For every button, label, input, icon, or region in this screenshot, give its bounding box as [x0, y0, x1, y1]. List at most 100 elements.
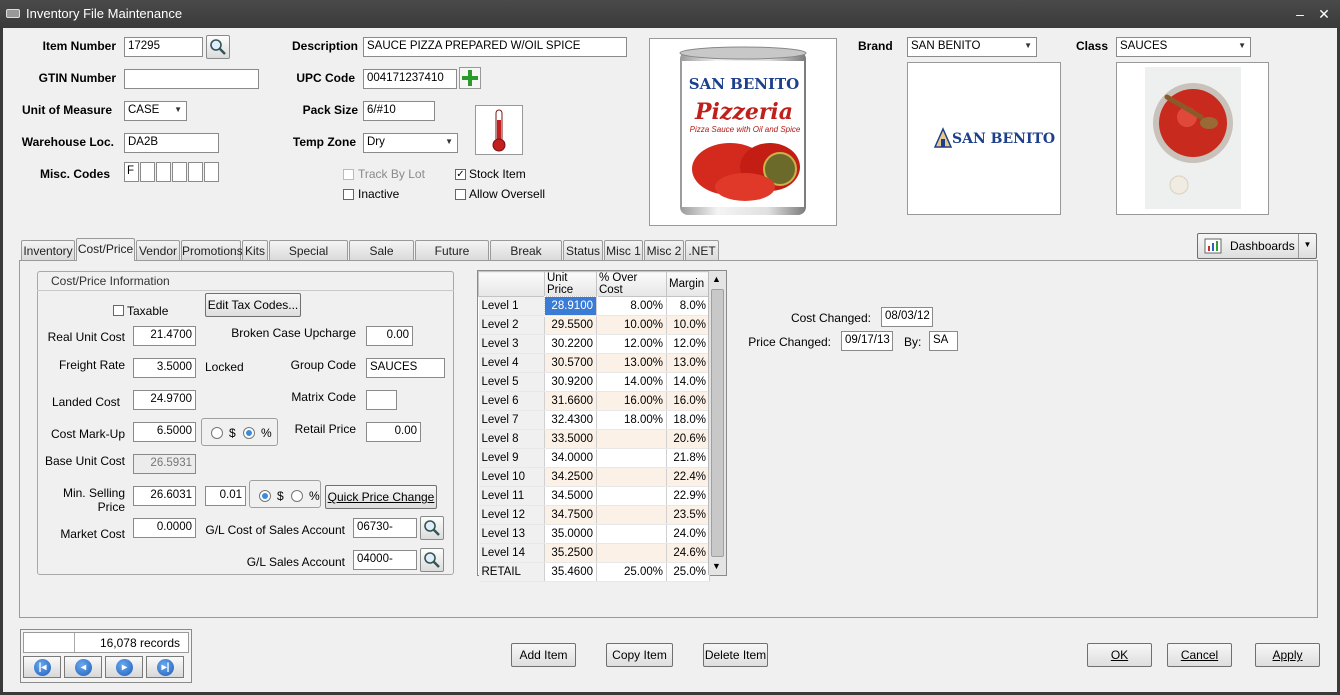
- price-cell[interactable]: 22.9%: [666, 486, 710, 506]
- price-cell[interactable]: 34.5000: [544, 486, 597, 506]
- price-cell[interactable]: 30.5700: [544, 353, 597, 373]
- price-cell[interactable]: 8.0%: [666, 296, 710, 316]
- matrix-code-input[interactable]: [366, 390, 397, 410]
- table-row[interactable]: Level 9 34.0000 21.8%: [478, 448, 710, 468]
- tab-inventory[interactable]: Inventory: [21, 240, 75, 261]
- description-input[interactable]: SAUCE PIZZA PREPARED W/OIL SPICE: [363, 37, 627, 57]
- brand-select[interactable]: SAN BENITO ▼: [907, 37, 1037, 57]
- scroll-down-icon[interactable]: ▼: [712, 561, 721, 571]
- price-cell[interactable]: 21.8%: [666, 448, 710, 468]
- price-cell[interactable]: [596, 467, 667, 487]
- tab-special-pricing[interactable]: Special Pricing: [269, 240, 348, 278]
- cancel-button[interactable]: Cancel: [1167, 643, 1232, 667]
- price-cell[interactable]: 31.6600: [544, 391, 597, 411]
- price-cell[interactable]: 20.6%: [666, 429, 710, 449]
- dashboards-button[interactable]: Dashboards ▼: [1197, 233, 1317, 259]
- tab-break-pricing[interactable]: Break Pricing: [490, 240, 562, 278]
- tab-kits[interactable]: Kits: [242, 240, 268, 261]
- misc-code-1[interactable]: F: [124, 162, 139, 182]
- price-cell[interactable]: 14.00%: [596, 372, 667, 392]
- price-cell[interactable]: 16.00%: [596, 391, 667, 411]
- landed-cost-input[interactable]: 24.9700: [133, 390, 196, 410]
- price-cell[interactable]: [596, 543, 667, 563]
- grid-header-2[interactable]: % Over Cost: [596, 271, 667, 297]
- taxable-checkbox[interactable]: [113, 305, 124, 316]
- pack-size-input[interactable]: 6/#10: [363, 101, 435, 121]
- price-cell[interactable]: [596, 448, 667, 468]
- min-sell-percent-radio[interactable]: [291, 490, 303, 502]
- price-cell[interactable]: 34.7500: [544, 505, 597, 525]
- add-upc-button[interactable]: [459, 67, 481, 89]
- price-cell[interactable]: [596, 486, 667, 506]
- upc-input[interactable]: 004171237410: [363, 69, 457, 89]
- price-cell[interactable]: [596, 429, 667, 449]
- tab-net[interactable]: .NET: [685, 240, 719, 261]
- ok-button[interactable]: OK: [1087, 643, 1152, 667]
- table-row[interactable]: Level 1 28.9100 8.00% 8.0%: [478, 295, 710, 317]
- price-cell[interactable]: 34.0000: [544, 448, 597, 468]
- next-record-button[interactable]: ▸: [105, 656, 143, 678]
- first-record-button[interactable]: |◂: [23, 656, 61, 678]
- inactive-checkbox[interactable]: [343, 189, 354, 200]
- scroll-up-icon[interactable]: ▲: [712, 274, 721, 284]
- add-item-button[interactable]: Add Item: [511, 643, 576, 667]
- price-cell[interactable]: 33.5000: [544, 429, 597, 449]
- misc-code-3[interactable]: [156, 162, 171, 182]
- min-selling-price-input[interactable]: 26.6031: [133, 486, 196, 506]
- table-row[interactable]: Level 12 34.7500 23.5%: [478, 505, 710, 525]
- price-cell[interactable]: 16.0%: [666, 391, 710, 411]
- tab-misc-1[interactable]: Misc 1: [604, 240, 643, 261]
- close-icon[interactable]: ✕: [1314, 4, 1334, 24]
- gl-cost-search-button[interactable]: [420, 516, 444, 540]
- real-unit-cost-input[interactable]: 21.4700: [133, 326, 196, 346]
- table-row[interactable]: Level 7 32.4300 18.00% 18.0%: [478, 410, 710, 430]
- markup-percent-radio[interactable]: [243, 427, 255, 439]
- table-row[interactable]: Level 8 33.5000 20.6%: [478, 429, 710, 449]
- misc-code-2[interactable]: [140, 162, 155, 182]
- tab-promotions[interactable]: Promotions: [181, 240, 243, 261]
- price-cell[interactable]: [596, 524, 667, 544]
- price-cell[interactable]: 18.0%: [666, 410, 710, 430]
- markup-dollar-radio[interactable]: [211, 427, 223, 439]
- price-cell[interactable]: 23.5%: [666, 505, 710, 525]
- price-cell[interactable]: 24.0%: [666, 524, 710, 544]
- price-cell[interactable]: 32.4300: [544, 410, 597, 430]
- gl-sales-input[interactable]: 04000-: [353, 550, 417, 570]
- price-cell[interactable]: 10.0%: [666, 315, 710, 335]
- grid-scrollbar[interactable]: ▲ ▼: [708, 271, 726, 575]
- edit-tax-codes-button[interactable]: Edit Tax Codes...: [205, 293, 301, 317]
- quick-price-change-button[interactable]: Quick Price Change: [325, 485, 437, 509]
- price-cell[interactable]: 24.6%: [666, 543, 710, 563]
- tab-misc-2[interactable]: Misc 2: [644, 240, 684, 261]
- price-cell[interactable]: 14.0%: [666, 372, 710, 392]
- table-row[interactable]: Level 13 35.0000 24.0%: [478, 524, 710, 544]
- copy-item-button[interactable]: Copy Item: [606, 643, 673, 667]
- price-cell[interactable]: 35.2500: [544, 543, 597, 563]
- price-cell[interactable]: 13.0%: [666, 353, 710, 373]
- price-cell[interactable]: 22.4%: [666, 467, 710, 487]
- table-row[interactable]: Level 11 34.5000 22.9%: [478, 486, 710, 506]
- table-row[interactable]: RETAIL 35.4600 25.00% 25.0%: [478, 562, 710, 582]
- stock-item-checkbox[interactable]: ✓: [455, 169, 466, 180]
- price-cell[interactable]: 35.0000: [544, 524, 597, 544]
- misc-code-4[interactable]: [172, 162, 187, 182]
- allow-oversell-checkbox[interactable]: [455, 189, 466, 200]
- gl-cost-input[interactable]: 06730-: [353, 518, 417, 538]
- price-cell[interactable]: 30.9200: [544, 372, 597, 392]
- class-select[interactable]: SAUCES ▼: [1116, 37, 1251, 57]
- price-cell[interactable]: 8.00%: [596, 296, 667, 316]
- minimize-icon[interactable]: –: [1290, 4, 1310, 24]
- market-cost-input[interactable]: 0.0000: [133, 518, 196, 538]
- warehouse-input[interactable]: DA2B: [124, 133, 219, 153]
- item-number-input[interactable]: 17295: [124, 37, 203, 57]
- table-row[interactable]: Level 14 35.2500 24.6%: [478, 543, 710, 563]
- tab-vendor[interactable]: Vendor: [136, 240, 180, 261]
- delete-item-button[interactable]: Delete Item: [703, 643, 768, 667]
- retail-price-input[interactable]: 0.00: [366, 422, 421, 442]
- broken-case-input[interactable]: 0.00: [366, 326, 413, 346]
- table-row[interactable]: Level 6 31.6600 16.00% 16.0%: [478, 391, 710, 411]
- gtin-input[interactable]: [124, 69, 259, 89]
- price-cell[interactable]: 30.2200: [544, 334, 597, 354]
- freight-rate-input[interactable]: 3.5000: [133, 358, 196, 378]
- search-item-button[interactable]: [206, 35, 230, 59]
